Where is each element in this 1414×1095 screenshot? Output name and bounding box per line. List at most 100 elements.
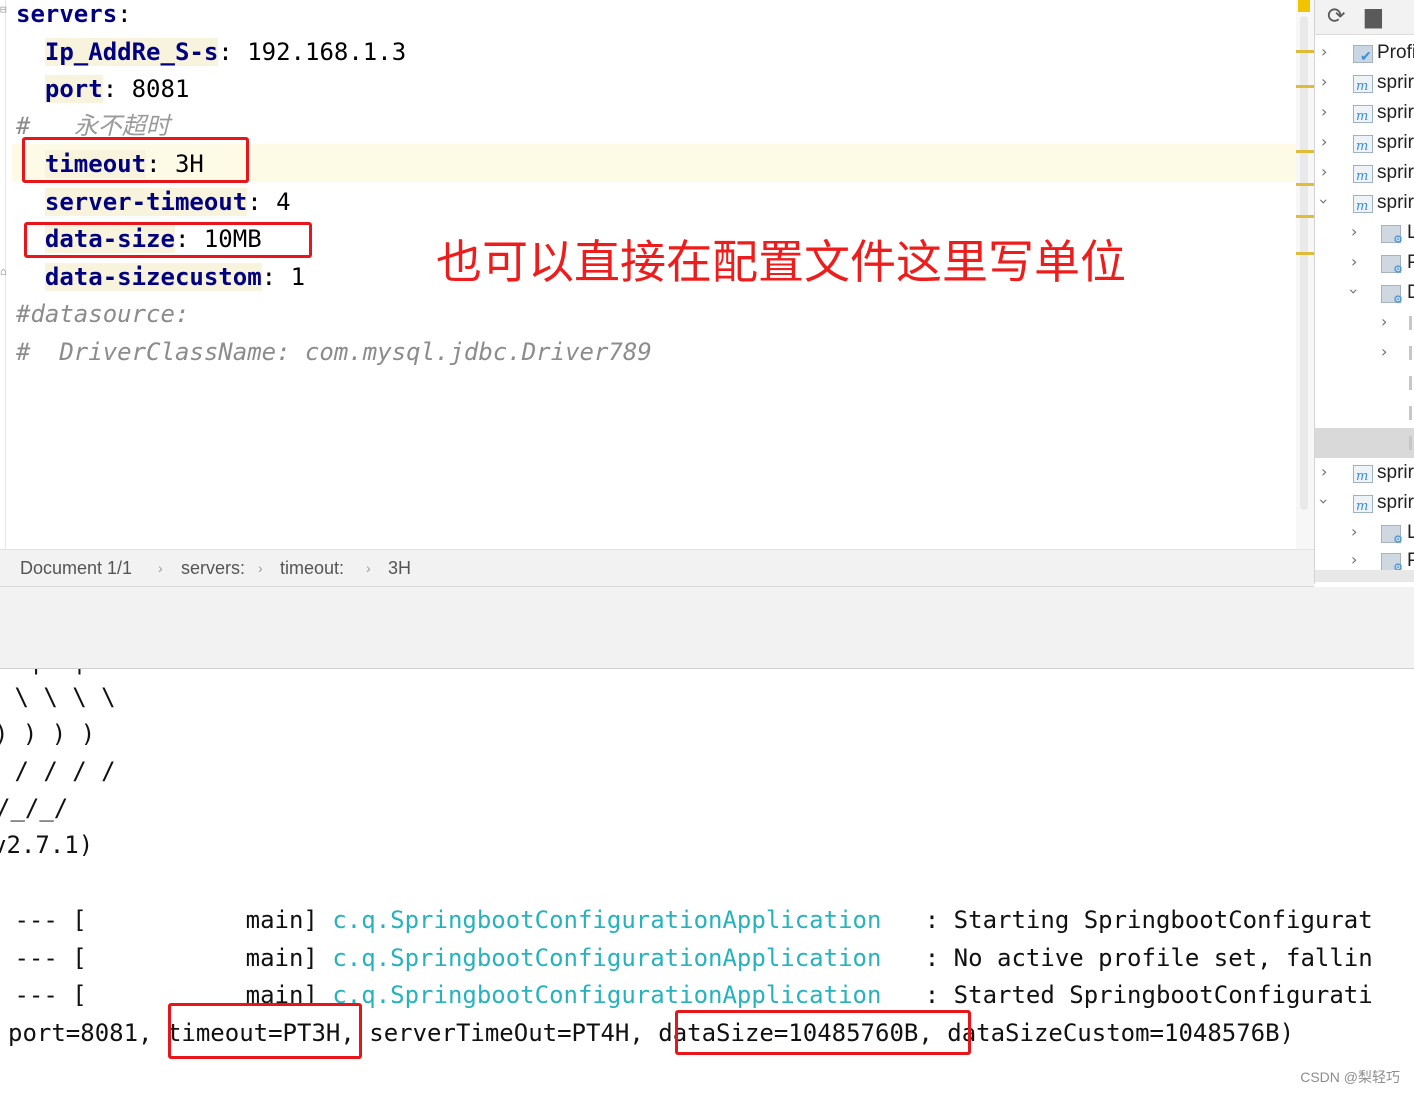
maven-tree-item[interactable]: › P xyxy=(1315,248,1414,278)
chevron-right-icon[interactable]: › xyxy=(1321,72,1327,91)
yaml-key: data-sizecustom xyxy=(44,263,262,291)
breadcrumb-item[interactable]: 3H xyxy=(388,558,411,579)
maven-tree-item[interactable]: › sprir xyxy=(1315,188,1414,218)
chevron-right-icon[interactable]: › xyxy=(1351,222,1357,241)
chevron-right-icon[interactable]: › xyxy=(1321,462,1327,481)
reimport-folder-icon[interactable]: ▆ xyxy=(1365,4,1382,29)
chevron-right-icon[interactable]: › xyxy=(1351,252,1357,271)
banner-line: \ \ \ \ xyxy=(0,683,116,711)
annotation-text: 也可以直接在配置文件这里写单位 xyxy=(436,235,1126,289)
log-logger[interactable]: c.q.SpringbootConfigurationApplication xyxy=(332,981,881,1009)
chevron-down-icon[interactable]: › xyxy=(1315,498,1334,504)
yaml-value: 8081 xyxy=(131,75,190,103)
yaml-key: server-timeout xyxy=(44,188,248,216)
maven-tree-item[interactable]: › Profi xyxy=(1315,38,1414,68)
plugins-folder-icon xyxy=(1381,255,1403,276)
tree-item-label: sprir xyxy=(1377,72,1414,93)
yaml-line-servers[interactable]: servers: xyxy=(16,0,132,33)
stripe-mark[interactable] xyxy=(1296,150,1314,153)
tree-item-label: sprir xyxy=(1377,492,1414,513)
lifecycle-folder-icon xyxy=(1381,225,1403,246)
stripe-mark[interactable] xyxy=(1296,215,1314,218)
refresh-icon[interactable]: ⟳ xyxy=(1327,4,1345,29)
maven-tree-item[interactable]: › D xyxy=(1315,278,1414,308)
breadcrumb-item[interactable]: servers: xyxy=(181,558,245,579)
dependencies-icon xyxy=(1381,285,1403,306)
panel-horizontal-scrollbar[interactable] xyxy=(1315,570,1414,582)
yaml-value: 1 xyxy=(290,263,306,291)
maven-tree-item[interactable]: › sprir xyxy=(1315,458,1414,488)
comment-hash: # xyxy=(16,112,31,140)
chevron-right-icon[interactable]: › xyxy=(1321,162,1327,181)
stripe-mark[interactable] xyxy=(1296,252,1314,255)
output-server-timeout: serverTimeOut=PT4H, xyxy=(369,1019,644,1047)
yaml-line-datasource-comment[interactable]: #datasource: xyxy=(16,296,189,333)
breadcrumb-item[interactable]: timeout: xyxy=(280,558,344,579)
inspection-status-icon[interactable] xyxy=(1298,0,1310,12)
stripe-mark[interactable] xyxy=(1296,85,1314,88)
tree-item-label: P xyxy=(1407,252,1414,274)
breadcrumb-separator: › xyxy=(366,560,371,576)
maven-module-icon xyxy=(1353,75,1373,94)
watermark: CSDN @梨轻巧 xyxy=(1300,1069,1400,1085)
yaml-value: 4 xyxy=(276,188,291,216)
log-logger[interactable]: c.q.SpringbootConfigurationApplication xyxy=(332,944,881,972)
tree-guide xyxy=(1409,316,1412,330)
tree-item-label: P xyxy=(1407,550,1414,572)
maven-tree-item[interactable]: › sprir xyxy=(1315,128,1414,158)
output-port: port=8081, xyxy=(8,1019,153,1047)
highlight-box-data-size xyxy=(24,222,312,258)
chevron-right-icon[interactable]: › xyxy=(1381,312,1387,331)
yaml-line-ip[interactable]: Ip_AddRe_S-s: 192.168.1.3 xyxy=(16,34,406,71)
chevron-right-icon[interactable]: › xyxy=(1351,522,1357,541)
yaml-line-driver-comment[interactable]: # DriverClassName: com.mysql.jdbc.Driver… xyxy=(16,334,652,371)
maven-tool-window: ⟳ ▆ › Profi › sprir › sprir › sprir › sp… xyxy=(1314,0,1414,584)
tree-item-label: sprir xyxy=(1377,462,1414,483)
log-line: --- [ main] c.q.SpringbootConfigurationA… xyxy=(0,940,1373,977)
tree-item-label: L xyxy=(1407,222,1414,244)
stripe-mark[interactable] xyxy=(1296,183,1314,186)
stripe-mark[interactable] xyxy=(1296,50,1314,53)
maven-tree-item[interactable]: › sprir xyxy=(1315,98,1414,128)
log-message: : Started SpringbootConfigurati xyxy=(881,981,1373,1009)
chevron-right-icon[interactable]: › xyxy=(1321,42,1327,61)
profiles-icon xyxy=(1353,45,1375,66)
maven-tree-item[interactable]: › sprir xyxy=(1315,158,1414,188)
tree-guide xyxy=(1409,406,1412,420)
log-thread: --- [ main] xyxy=(0,944,333,972)
chevron-right-icon[interactable]: › xyxy=(1321,102,1327,121)
run-console[interactable]: ' | | \ \ \ \ ) ) ) ) / / / / /_/_/ v2.7… xyxy=(0,669,1414,1095)
log-logger[interactable]: c.q.SpringbootConfigurationApplication xyxy=(332,906,881,934)
fold-end-icon[interactable]: ⌂ xyxy=(0,266,12,278)
yaml-line-port[interactable]: port: 8081 xyxy=(16,71,189,108)
highlight-box-timeout xyxy=(22,137,249,183)
maven-tree-item[interactable]: › xyxy=(1315,308,1414,338)
breadcrumb-item[interactable]: Document 1/1 xyxy=(20,558,132,579)
yaml-editor[interactable]: ⊟ ⌂ servers: Ip_AddRe_S-s: 192.168.1.3 p… xyxy=(0,0,1296,549)
chevron-down-icon[interactable]: › xyxy=(1315,198,1334,204)
run-tool-window-header xyxy=(0,587,1414,669)
yaml-line-server-timeout[interactable]: server-timeout: 4 xyxy=(16,184,291,221)
breadcrumb-separator: › xyxy=(258,560,263,576)
tree-item-label: sprir xyxy=(1377,162,1414,183)
maven-tree-item[interactable]: › sprir xyxy=(1315,488,1414,518)
chevron-right-icon[interactable]: › xyxy=(1321,132,1327,151)
editor-scrollbar[interactable] xyxy=(1300,16,1308,510)
lifecycle-folder-icon xyxy=(1381,525,1403,546)
chevron-right-icon[interactable]: › xyxy=(1351,550,1357,569)
chevron-down-icon[interactable]: › xyxy=(1345,288,1364,294)
banner-line: / / / / xyxy=(0,757,116,785)
maven-tree-item[interactable]: › sprir xyxy=(1315,68,1414,98)
maven-tree-item[interactable]: › L xyxy=(1315,518,1414,548)
fold-marker-icon[interactable]: ⊟ xyxy=(0,4,12,16)
yaml-line-data-sizecustom[interactable]: data-sizecustom: 1 xyxy=(16,259,305,296)
log-message: : No active profile set, fallin xyxy=(881,944,1373,972)
maven-tree-item[interactable]: › L xyxy=(1315,218,1414,248)
chevron-right-icon[interactable]: › xyxy=(1381,342,1387,361)
editor-error-stripe[interactable] xyxy=(1296,0,1314,549)
maven-tree-item[interactable]: › xyxy=(1315,338,1414,368)
banner-line: v2.7.1) xyxy=(0,831,94,859)
tree-item-label: sprir xyxy=(1377,192,1414,213)
output-data-size-custom: dataSizeCustom=1048576B) xyxy=(947,1019,1295,1047)
log-thread: --- [ main] xyxy=(0,906,333,934)
